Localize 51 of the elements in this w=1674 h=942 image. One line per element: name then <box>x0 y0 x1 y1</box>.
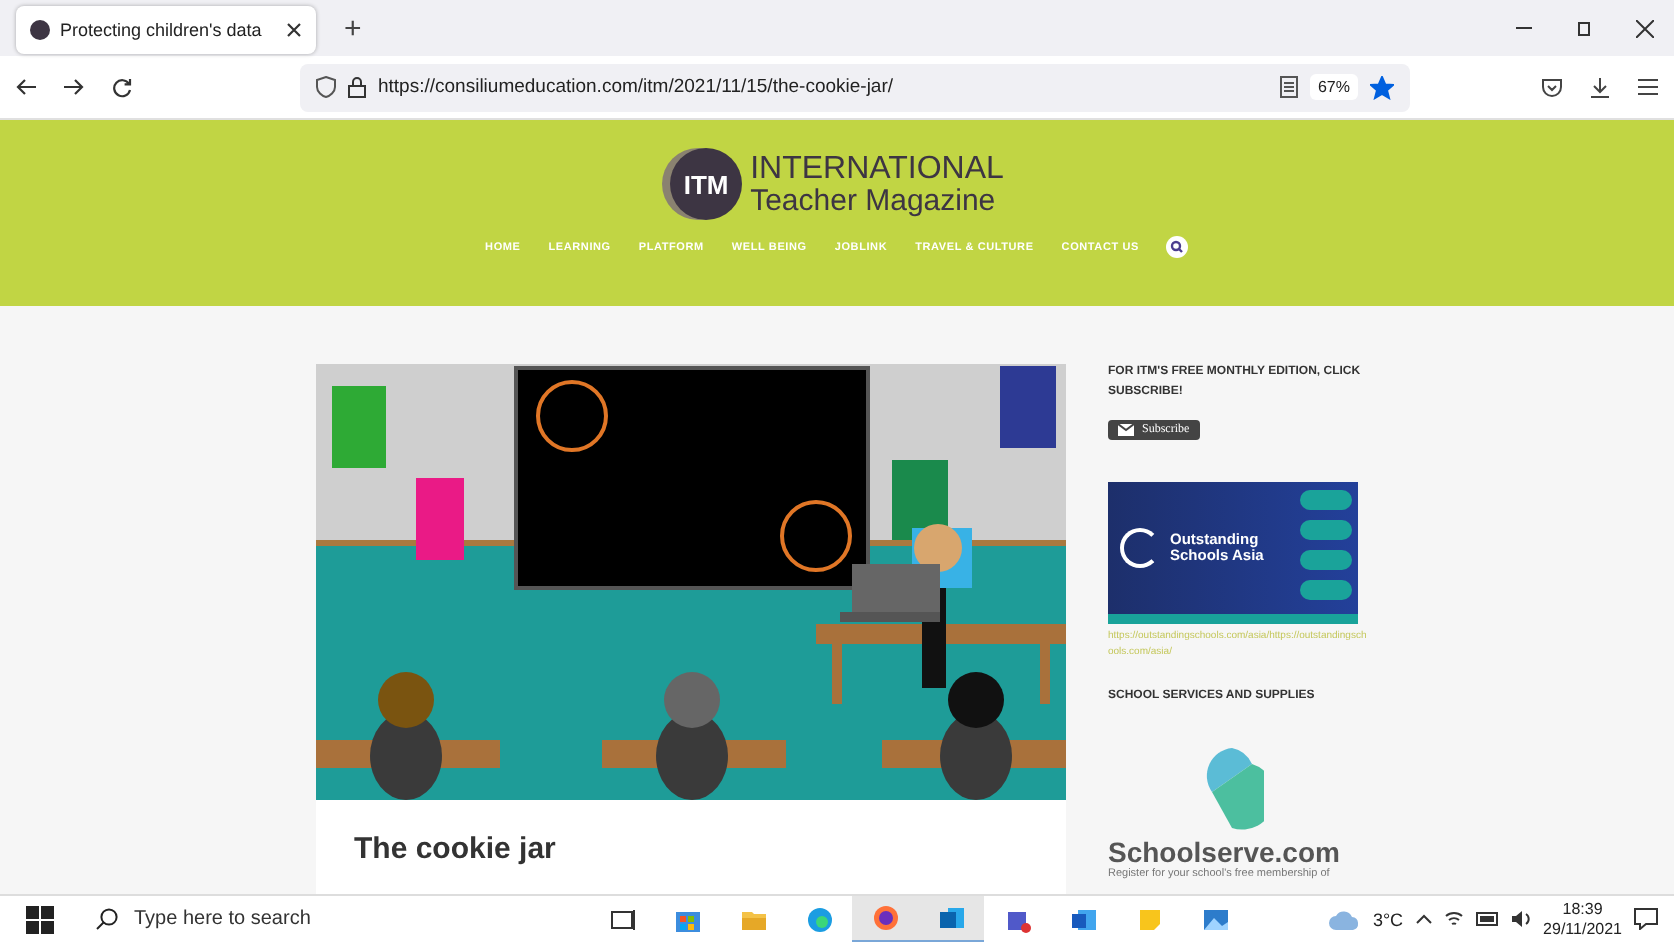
logo-title: INTERNATIONAL <box>750 153 1004 185</box>
envelope-icon <box>1118 424 1134 437</box>
new-tab-button[interactable]: + <box>336 11 370 45</box>
restore-icon[interactable] <box>1576 19 1592 35</box>
logo-subtitle: Teacher Magazine <box>750 185 998 215</box>
url-text: https://consiliumeducation.com/itm/2021/11/15/the-cookie-jar/ <box>378 76 896 98</box>
menu-icon[interactable] <box>1638 77 1658 95</box>
photo-app-icon <box>1201 905 1229 933</box>
browser-tab[interactable]: Protecting children's data <box>16 6 316 54</box>
wifi-icon[interactable] <box>1443 910 1464 928</box>
tab-title: Protecting children's data <box>60 20 264 40</box>
site-favicon-icon <box>30 20 50 40</box>
zoom-level[interactable]: 67% <box>1309 74 1358 100</box>
speaker-icon[interactable] <box>1511 910 1532 928</box>
edge-browser-icon <box>805 905 833 933</box>
logo-mark[interactable]: ITM <box>670 148 743 220</box>
cloud-icon <box>1328 909 1361 929</box>
shield-icon <box>316 76 336 98</box>
padlock-icon <box>348 76 366 98</box>
close-icon[interactable] <box>1636 19 1654 37</box>
brand-name: Schoolserve.com <box>1108 835 1342 868</box>
reload-icon[interactable] <box>112 77 132 97</box>
task-view-icon <box>607 905 635 933</box>
close-icon[interactable] <box>286 22 302 38</box>
taskbar-app-button[interactable] <box>852 895 918 942</box>
pill-icon <box>1300 520 1352 541</box>
windows-start-icon[interactable] <box>26 905 54 933</box>
clock-time[interactable]: 18:39 <box>1562 900 1603 919</box>
weather-temperature: 3°C <box>1372 909 1404 929</box>
firefox-icon <box>871 903 899 931</box>
forward-arrow-icon[interactable] <box>64 78 84 96</box>
bookmark-star-icon[interactable] <box>1370 75 1394 99</box>
chevron-up-icon[interactable] <box>1415 914 1432 924</box>
word-document-icon <box>1069 905 1097 933</box>
sticky-note-icon <box>1135 905 1163 933</box>
outlook-mail-icon <box>937 903 965 931</box>
download-icon[interactable] <box>1590 77 1610 97</box>
pill-icon <box>1300 580 1352 601</box>
address-bar[interactable]: https://consiliumeducation.com/itm/2021/11/15/the-cookie-jar/ 67% <box>300 63 1410 111</box>
search-icon <box>96 908 118 930</box>
reader-view-icon[interactable] <box>1279 76 1298 98</box>
article-title: The cookie jar <box>354 832 558 866</box>
clock-date[interactable]: 29/11/2021 <box>1543 919 1622 938</box>
back-arrow-icon[interactable] <box>16 78 36 96</box>
search-icon[interactable] <box>1166 236 1189 258</box>
pill-icon <box>1300 550 1352 571</box>
notifications-icon[interactable] <box>1634 908 1658 930</box>
search-placeholder: Type here to search <box>134 908 311 930</box>
pill-icon <box>1300 490 1352 511</box>
pocket-icon[interactable] <box>1542 77 1562 97</box>
battery-icon[interactable] <box>1475 912 1500 926</box>
